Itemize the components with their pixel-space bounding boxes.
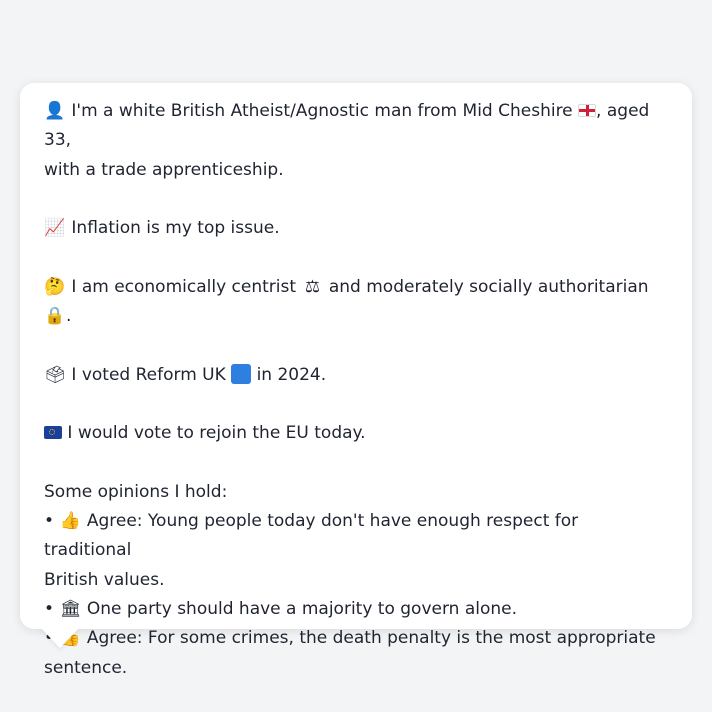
opinion-text: One party should have a majority to gove… [86, 599, 518, 620]
eu-text: I would vote to rejoin the EU today. [67, 423, 366, 444]
profile-card: 👤 I'm a white British Atheist/Agnostic m… [20, 83, 692, 678]
vote-line: 🗳 I voted Reform UK in 2024. [44, 361, 668, 390]
opinion-item-continuation: sentence. [44, 657, 128, 678]
top-issue-text: Inflation is my top issue. [71, 218, 280, 239]
top-issue-line: 📈 Inflation is my top issue. [44, 214, 668, 243]
ideology-period: . [66, 306, 72, 327]
bullet: • [44, 599, 55, 620]
thumbs-up-icon: 👍 [59, 511, 82, 532]
intro-line-2: with a trade apprenticeship. [44, 159, 284, 180]
thinking-face-icon: 🤔 [44, 276, 66, 297]
opinion-text: Agree: Young people today don't have eno… [44, 511, 579, 561]
vote-year-text: in 2024. [256, 364, 327, 385]
bullet: • [44, 511, 55, 532]
opinions-heading: Some opinions I hold: [44, 481, 228, 502]
intro-text: I'm a white British Atheist/Agnostic man… [71, 101, 573, 121]
padlock-icon: 🔒 [44, 306, 66, 327]
speech-bubble-tail [40, 627, 80, 648]
ballot-box-icon: 🗳 [44, 364, 66, 385]
eu-line: I would vote to rejoin the EU today. [44, 419, 668, 448]
ideology-line: 🤔 I am economically centrist ⚖ and moder… [44, 273, 668, 332]
intro-line: 👤 I'm a white British Atheist/Agnostic m… [44, 97, 668, 156]
opinion-item: • 🏛 One party should have a majority to … [44, 595, 668, 624]
vote-text: I voted Reform UK [71, 364, 226, 385]
opinion-text: Agree: For some crimes, the death penalt… [86, 628, 656, 649]
bust-silhouette-icon: 👤 [44, 101, 66, 121]
balance-scale-icon: ⚖ [304, 276, 321, 297]
blue-square-icon [231, 363, 252, 384]
ideology-economic-text: I am economically centrist [71, 276, 297, 297]
opinion-item: • 👍 Agree: Young people today don't have… [44, 507, 668, 566]
eu-flag-icon [44, 426, 62, 440]
ideology-social-text: and moderately socially authoritarian [328, 276, 649, 297]
chart-increasing-icon: 📈 [44, 218, 66, 239]
england-flag-icon [578, 104, 597, 117]
classical-building-icon: 🏛 [59, 599, 82, 620]
opinion-item: • 👍 Agree: For some crimes, the death pe… [44, 624, 668, 653]
opinion-item-continuation: British values. [44, 569, 165, 590]
